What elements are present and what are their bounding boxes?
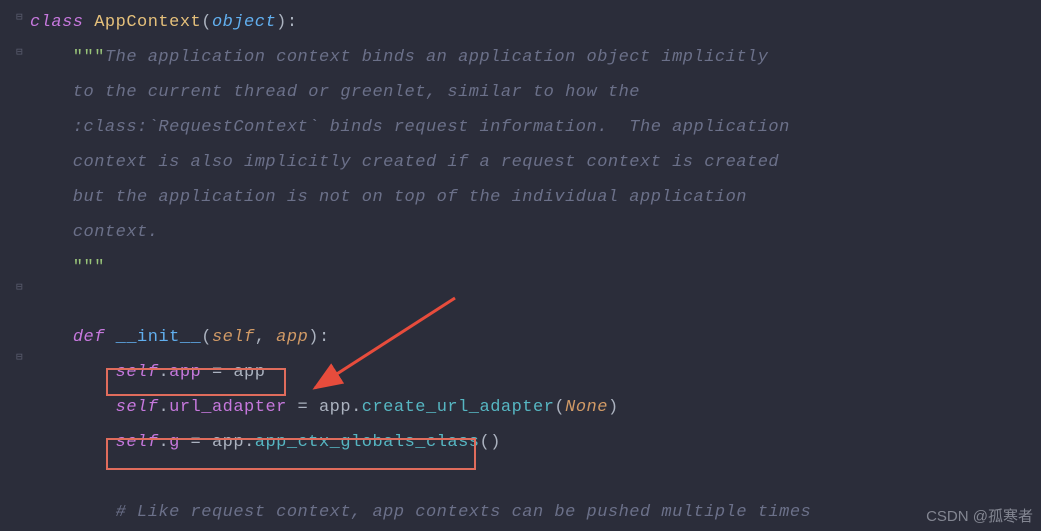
- keyword-def: def: [73, 328, 116, 347]
- code-line: class AppContext(object):: [30, 5, 1041, 40]
- code-line: self.app = app: [30, 355, 1041, 390]
- docstring-line: :class:`RequestContext` binds request in…: [30, 110, 1041, 145]
- param-app: app: [276, 328, 308, 347]
- blank-line: [30, 285, 1041, 320]
- docstring-line: context is also implicitly created if a …: [30, 145, 1041, 180]
- fold-icon[interactable]: ⊟: [16, 45, 26, 55]
- class-name: AppContext: [94, 13, 201, 32]
- fold-icon[interactable]: ⊟: [16, 10, 26, 20]
- editor-gutter: ⊟ ⊟ ⊟ ⊟: [0, 0, 26, 531]
- fold-icon[interactable]: ⊟: [16, 280, 26, 290]
- comment-line: # Like request context, app contexts can…: [30, 495, 1041, 530]
- watermark: CSDN @孤寒者: [926, 505, 1033, 526]
- function-name: __init__: [116, 328, 202, 347]
- docstring-line: to the current thread or greenlet, simil…: [30, 75, 1041, 110]
- docstring-line: but the application is not on top of the…: [30, 180, 1041, 215]
- base-class: object: [212, 13, 276, 32]
- param-self: self: [212, 328, 255, 347]
- code-editor[interactable]: class AppContext(object): """The applica…: [0, 0, 1041, 530]
- docstring-line: """: [30, 250, 1041, 285]
- fold-icon[interactable]: ⊟: [16, 350, 26, 360]
- code-line: def __init__(self, app):: [30, 320, 1041, 355]
- keyword-class: class: [30, 13, 94, 32]
- docstring-line: context.: [30, 215, 1041, 250]
- docstring-line: """The application context binds an appl…: [30, 40, 1041, 75]
- code-line: self.url_adapter = app.create_url_adapte…: [30, 390, 1041, 425]
- code-line: self.g = app.app_ctx_globals_class(): [30, 425, 1041, 460]
- blank-line: [30, 460, 1041, 495]
